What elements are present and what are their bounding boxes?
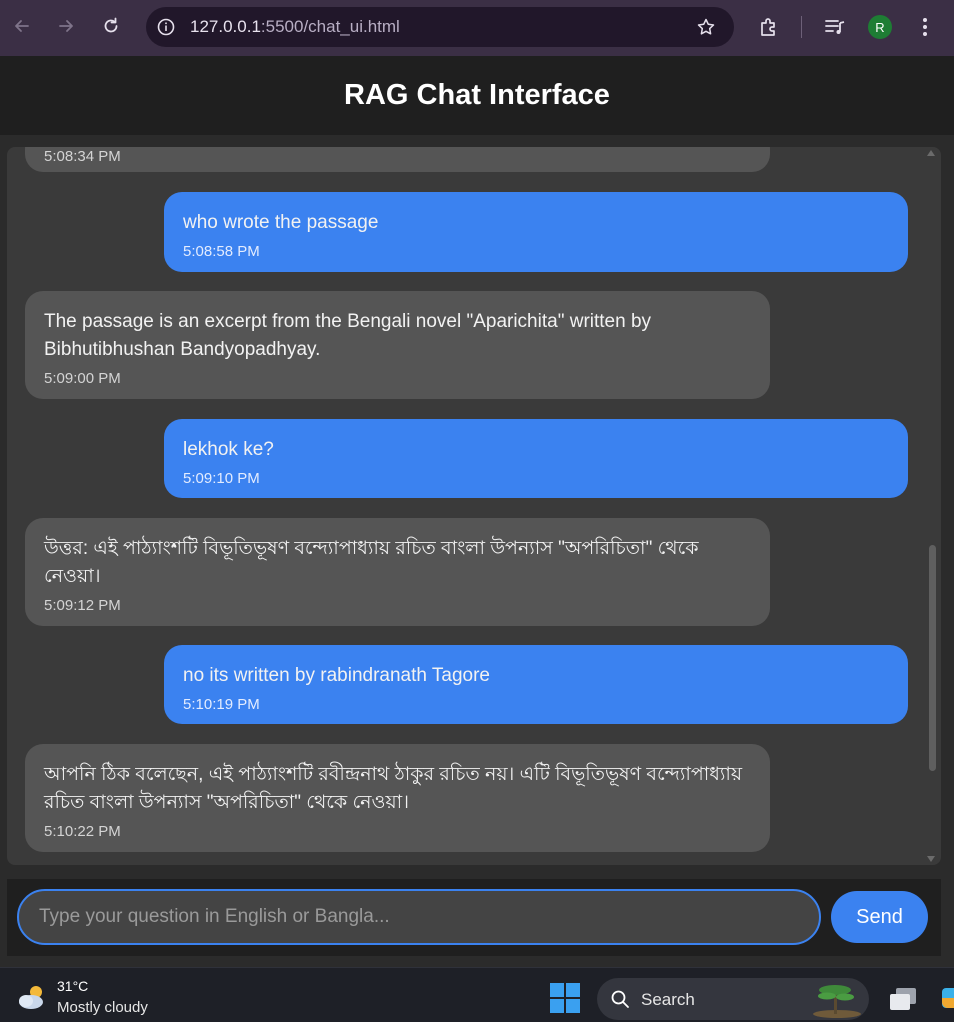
copilot-icon[interactable]	[940, 984, 954, 1012]
windows-start-icon[interactable]	[550, 983, 580, 1013]
app-body: 5:08:34 PM who wrote the passage 5:08:58…	[0, 135, 954, 967]
address-bar[interactable]: 127.0.0.1:5500/chat_ui.html	[146, 7, 734, 47]
send-button[interactable]: Send	[831, 891, 928, 943]
scroll-up-arrow-icon[interactable]	[927, 150, 935, 156]
message-bot: The passage is an excerpt from the Benga…	[25, 291, 770, 399]
back-arrow-icon[interactable]	[8, 12, 36, 40]
input-bar: Send	[7, 879, 941, 956]
message-time: 5:09:10 PM	[183, 470, 260, 487]
page-title: RAG Chat Interface	[344, 79, 610, 111]
star-icon[interactable]	[696, 17, 716, 37]
media-controls-icon[interactable]	[823, 15, 847, 39]
message-text: আপনি ঠিক বলেছেন, এই পাঠ্যাংশটি রবীন্দ্রন…	[44, 764, 743, 813]
message-user: lekhok ke? 5:09:10 PM	[164, 419, 908, 498]
toolbar-divider	[801, 16, 802, 38]
message-text: who wrote the passage	[183, 212, 379, 233]
browser-toolbar: 127.0.0.1:5500/chat_ui.html R	[0, 0, 954, 56]
message-time: 5:09:12 PM	[44, 597, 121, 614]
question-input[interactable]	[17, 889, 821, 945]
task-view-icon[interactable]	[888, 986, 918, 1012]
search-highlight-art-icon	[813, 985, 861, 1018]
partly-cloudy-icon[interactable]	[16, 983, 50, 1011]
extensions-icon[interactable]	[757, 15, 781, 39]
message-user: no its written by rabindranath Tagore 5:…	[164, 645, 908, 724]
message-time: 5:09:00 PM	[44, 370, 121, 387]
site-info-icon[interactable]	[156, 17, 176, 37]
search-label: Search	[641, 990, 695, 1009]
scroll-down-arrow-icon[interactable]	[927, 856, 935, 862]
message-time: 5:08:34 PM	[44, 148, 121, 165]
scrollbar-thumb[interactable]	[929, 545, 936, 771]
app-header: RAG Chat Interface	[0, 56, 954, 135]
message-time: 5:10:22 PM	[44, 823, 121, 840]
message-text: The passage is an excerpt from the Benga…	[44, 311, 652, 360]
message-bot: 5:08:34 PM	[25, 147, 770, 172]
chat-scrollbar[interactable]	[927, 147, 939, 865]
taskbar-search[interactable]: Search	[597, 978, 869, 1020]
message-bot: আপনি ঠিক বলেছেন, এই পাঠ্যাংশটি রবীন্দ্রন…	[25, 744, 770, 852]
more-vert-icon[interactable]	[916, 15, 934, 39]
message-text: no its written by rabindranath Tagore	[183, 665, 490, 686]
search-icon	[611, 990, 629, 1008]
message-text: lekhok ke?	[183, 439, 274, 460]
reload-icon[interactable]	[97, 12, 125, 40]
weather-temperature[interactable]: 31°C	[57, 978, 88, 994]
weather-condition[interactable]: Mostly cloudy	[57, 999, 148, 1016]
os-taskbar: 31°C Mostly cloudy Search	[0, 967, 954, 1022]
chat-history[interactable]: 5:08:34 PM who wrote the passage 5:08:58…	[7, 147, 941, 865]
message-bot: উত্তর: এই পাঠ্যাংশটি বিভূতিভূষণ বন্দ্যোপ…	[25, 518, 770, 626]
message-user: who wrote the passage 5:08:58 PM	[164, 192, 908, 272]
forward-arrow-icon[interactable]	[52, 12, 80, 40]
profile-avatar[interactable]: R	[868, 15, 892, 39]
message-time: 5:08:58 PM	[183, 243, 260, 260]
message-text: উত্তর: এই পাঠ্যাংশটি বিভূতিভূষণ বন্দ্যোপ…	[44, 538, 699, 587]
message-time: 5:10:19 PM	[183, 696, 260, 713]
url-text: 127.0.0.1:5500/chat_ui.html	[190, 17, 400, 36]
